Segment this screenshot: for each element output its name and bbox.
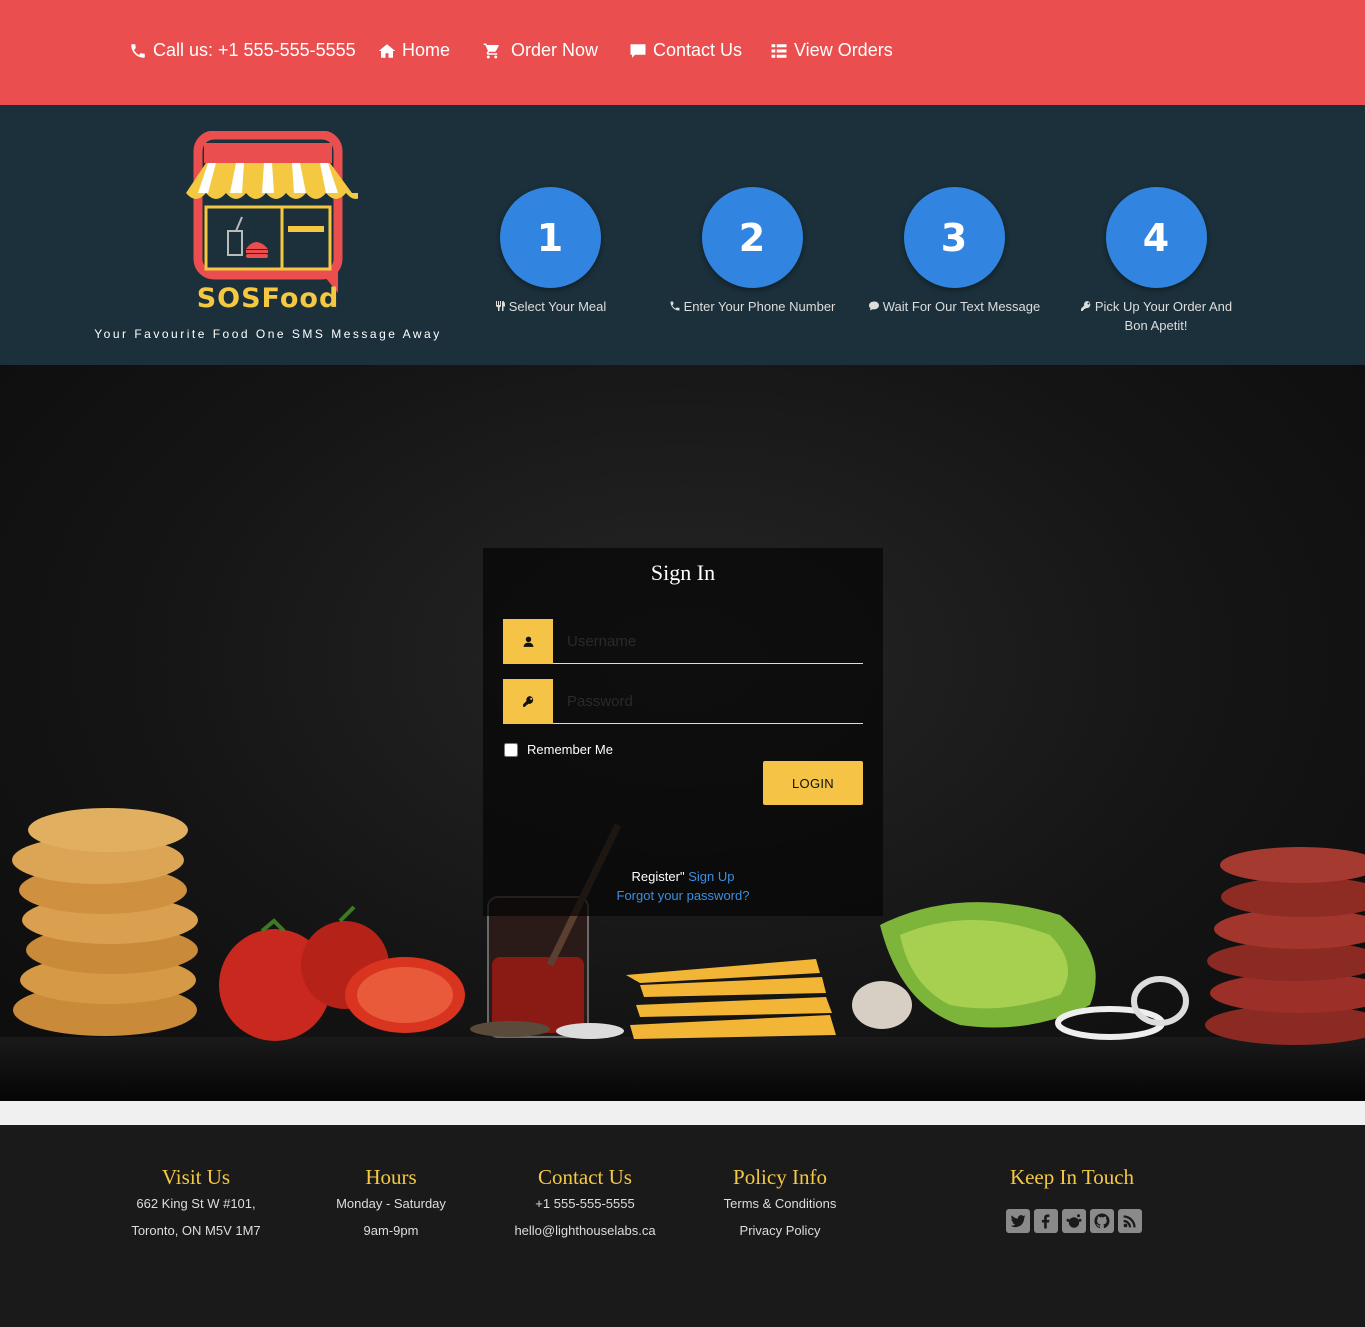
signup-link[interactable]: Sign Up: [688, 869, 734, 884]
password-input[interactable]: [553, 679, 863, 724]
footer-contact-title: Contact Us: [538, 1165, 632, 1189]
brand-tagline: Your Favourite Food One SMS Message Away: [94, 327, 442, 341]
step-label-text: Select Your Meal: [508, 299, 607, 314]
login-button[interactable]: LOGIN: [763, 761, 863, 805]
phone-icon: [131, 43, 145, 58]
top-navbar: Call us: +1 555-555-5555 Home Order Now …: [0, 0, 1365, 105]
key-icon-box: [503, 679, 553, 724]
username-input[interactable]: [553, 619, 863, 664]
password-field: [503, 679, 863, 724]
social-icons: [1006, 1209, 1142, 1233]
footer-hours-title: Hours: [365, 1165, 417, 1189]
step-3: 3 Wait For Our Text Message: [854, 187, 1054, 316]
step-number: 1: [499, 187, 601, 288]
footer-address-line2: Toronto, ON M5V 1M7: [131, 1223, 261, 1238]
remember-me[interactable]: Remember Me: [504, 742, 613, 757]
nav-view-orders-label: View Orders: [794, 40, 893, 60]
step-4: 4 Pick Up Your Order And Bon Apetit!: [1056, 187, 1256, 335]
nav-home-label: Home: [402, 40, 451, 60]
key-icon: [1080, 300, 1091, 311]
key-icon: [522, 696, 533, 707]
footer-policy: Policy Info Terms & Conditions Privacy P…: [680, 1165, 880, 1244]
nav-order-label: Order Now: [511, 40, 599, 60]
user-icon: [523, 636, 533, 647]
privacy-link[interactable]: Privacy Policy: [680, 1217, 880, 1244]
footer-social: Keep In Touch: [972, 1165, 1172, 1190]
reddit-icon[interactable]: [1062, 1209, 1086, 1233]
signin-title: Sign In: [650, 560, 716, 585]
user-icon-box: [503, 619, 553, 664]
footer-contact: Contact Us +1 555-555-5555 hello@lightho…: [485, 1165, 685, 1244]
signin-card: Sign In Remember Me LOGIN Register" Sign…: [483, 548, 883, 916]
brand-name: SOSFood: [196, 283, 340, 314]
footer: Visit Us 662 King St W #101, Toronto, ON…: [0, 1125, 1365, 1327]
cart-icon: [483, 43, 499, 58]
footer-address-line1: 662 King St W #101,: [136, 1196, 256, 1211]
nav-order-now[interactable]: Order Now: [483, 40, 598, 61]
forgot-password-link[interactable]: Forgot your password?: [617, 888, 750, 903]
nav-call-label: Call us: +1 555-555-5555: [153, 40, 356, 60]
footer-hours-days: Monday - Saturday: [336, 1196, 446, 1211]
forgot-line: Forgot your password?: [483, 888, 883, 903]
nav-contact[interactable]: Contact Us: [629, 40, 742, 61]
step-1: 1 Select Your Meal: [450, 187, 650, 316]
step-label-text: Pick Up Your Order And Bon Apetit!: [1094, 299, 1233, 333]
nav-view-orders[interactable]: View Orders: [770, 40, 893, 61]
step-number: 2: [701, 187, 803, 288]
hero-section: Sign In Remember Me LOGIN Register" Sign…: [0, 365, 1365, 1101]
step-number: 4: [1105, 187, 1207, 288]
nav-contact-label: Contact Us: [653, 40, 743, 60]
footer-hours-time: 9am-9pm: [363, 1223, 419, 1238]
username-field: [503, 619, 863, 664]
remember-me-checkbox[interactable]: [504, 742, 518, 757]
comment-icon: [630, 43, 646, 58]
phone-icon: [670, 301, 680, 311]
footer-visit-title: Visit Us: [161, 1165, 231, 1189]
footer-phone[interactable]: +1 555-555-5555: [485, 1190, 685, 1217]
footer-social-title: Keep In Touch: [1009, 1165, 1135, 1189]
register-line: Register" Sign Up: [483, 869, 883, 884]
comment-icon: [868, 301, 879, 311]
footer-email[interactable]: hello@lighthouselabs.ca: [485, 1217, 685, 1244]
rss-icon[interactable]: [1118, 1209, 1142, 1233]
step-label-text: Wait For Our Text Message: [882, 299, 1041, 314]
footer-hours: Hours Monday - Saturday 9am-9pm: [291, 1165, 491, 1244]
twitter-icon[interactable]: [1006, 1209, 1030, 1233]
nav-call[interactable]: Call us: +1 555-555-5555: [129, 40, 356, 61]
list-icon: [771, 43, 787, 58]
remember-me-label: Remember Me: [527, 742, 613, 757]
register-text: Register": [631, 869, 685, 884]
github-icon[interactable]: [1090, 1209, 1114, 1233]
nav-home[interactable]: Home: [378, 40, 450, 61]
footer-visit: Visit Us 662 King St W #101, Toronto, ON…: [96, 1165, 296, 1244]
footer-policy-title: Policy Info: [733, 1165, 827, 1189]
facebook-icon[interactable]: [1034, 1209, 1058, 1233]
cutlery-icon: [495, 301, 505, 311]
terms-link[interactable]: Terms & Conditions: [680, 1190, 880, 1217]
home-icon: [378, 43, 396, 58]
step-2: 2 Enter Your Phone Number: [652, 187, 852, 316]
step-number: 3: [903, 187, 1005, 288]
step-label-text: Enter Your Phone Number: [683, 299, 836, 314]
hero-banner: SOSFood Your Favourite Food One SMS Mess…: [0, 105, 1365, 365]
